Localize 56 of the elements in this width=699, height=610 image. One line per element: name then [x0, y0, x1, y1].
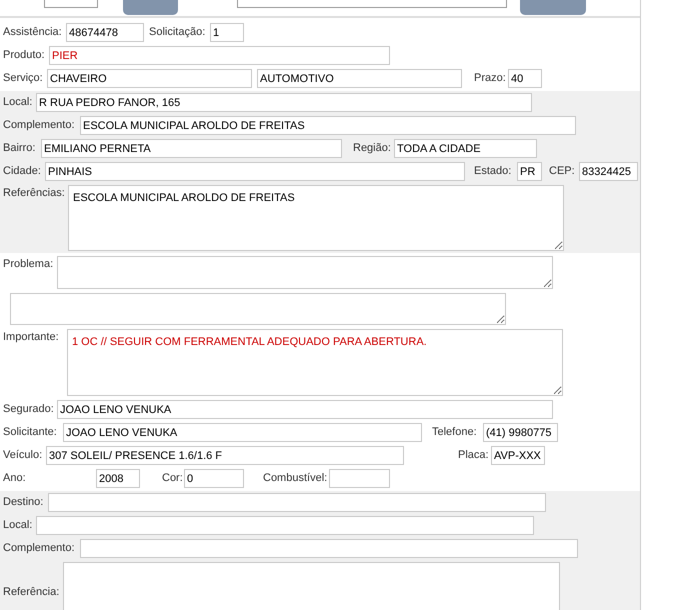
- field-label: Problema:: [3, 257, 54, 272]
- field-label: Placa:: [458, 448, 490, 464]
- field-label: Cidade:: [3, 164, 42, 180]
- field-label: CEP:: [549, 164, 576, 180]
- field-label: Prazo:: [474, 71, 507, 86]
- field-label: Local:: [3, 518, 34, 534]
- text-field[interactable]: AUTOMOTIVO: [257, 69, 462, 88]
- text-field[interactable]: 48674478: [66, 23, 144, 42]
- text-field[interactable]: (41) 9980775: [483, 423, 558, 442]
- field-label: Importante:: [3, 330, 60, 345]
- field-label: Destino:: [3, 495, 44, 510]
- text-field[interactable]: EMILIANO PERNETA: [41, 139, 342, 158]
- text-field[interactable]: JOAO LENO VENUKA: [57, 400, 553, 419]
- text-field[interactable]: [329, 469, 390, 488]
- text-field[interactable]: 1: [210, 23, 244, 42]
- text-field[interactable]: 2008: [96, 469, 140, 488]
- text-field[interactable]: AVP-XXX: [491, 446, 545, 465]
- field-label: Referência:: [3, 584, 60, 600]
- text-field[interactable]: 307 SOLEIL/ PRESENCE 1.6/1.6 F: [46, 446, 404, 465]
- text-area[interactable]: [63, 562, 560, 610]
- text-area[interactable]: [57, 256, 553, 289]
- text-area[interactable]: ESCOLA MUNICIPAL AROLDO DE FREITAS: [68, 185, 564, 251]
- text-field[interactable]: [80, 539, 578, 558]
- field-label: Segurado:: [3, 402, 55, 418]
- text-field[interactable]: 0: [184, 469, 244, 488]
- text-field[interactable]: PINHAIS: [45, 162, 465, 181]
- field-label: Local:: [3, 95, 34, 110]
- field-label: Solicitação:: [149, 25, 206, 40]
- field-label: Produto:: [3, 48, 46, 64]
- field-label: Assistência:: [3, 25, 63, 40]
- field-label: Região:: [353, 141, 392, 156]
- field-label: Complemento:: [3, 541, 76, 556]
- field-label: Complemento:: [3, 118, 76, 134]
- text-field[interactable]: 83324425: [579, 162, 638, 181]
- text-field[interactable]: PIER: [49, 46, 390, 65]
- field-label: Ano:: [3, 471, 27, 486]
- field-label: Serviço:: [3, 71, 44, 86]
- text-field[interactable]: CHAVEIRO: [47, 69, 252, 88]
- field-label: Referências:: [3, 186, 66, 201]
- text-field[interactable]: R RUA PEDRO FANOR, 165: [36, 93, 532, 112]
- text-area[interactable]: [10, 293, 506, 325]
- field-label: Combustível:: [263, 471, 328, 486]
- text-field[interactable]: PR: [517, 162, 542, 181]
- text-field[interactable]: [36, 516, 534, 535]
- text-field[interactable]: ESCOLA MUNICIPAL AROLDO DE FREITAS: [80, 116, 576, 135]
- field-label: Veículo:: [3, 448, 44, 464]
- field-label: Telefone:: [432, 425, 478, 440]
- text-field[interactable]: 40: [508, 69, 542, 88]
- field-label: Solicitante:: [3, 425, 58, 440]
- text-field[interactable]: [48, 493, 546, 512]
- text-field[interactable]: TODA A CIDADE: [394, 139, 537, 158]
- text-area[interactable]: 1 OC // SEGUIR COM FERRAMENTAL ADEQUADO PARA ABERTURA.: [67, 329, 563, 396]
- text-field[interactable]: JOAO LENO VENUKA: [63, 423, 422, 442]
- field-label: Cor:: [162, 471, 184, 486]
- field-label: Estado:: [474, 164, 512, 180]
- field-label: Bairro:: [3, 141, 36, 156]
